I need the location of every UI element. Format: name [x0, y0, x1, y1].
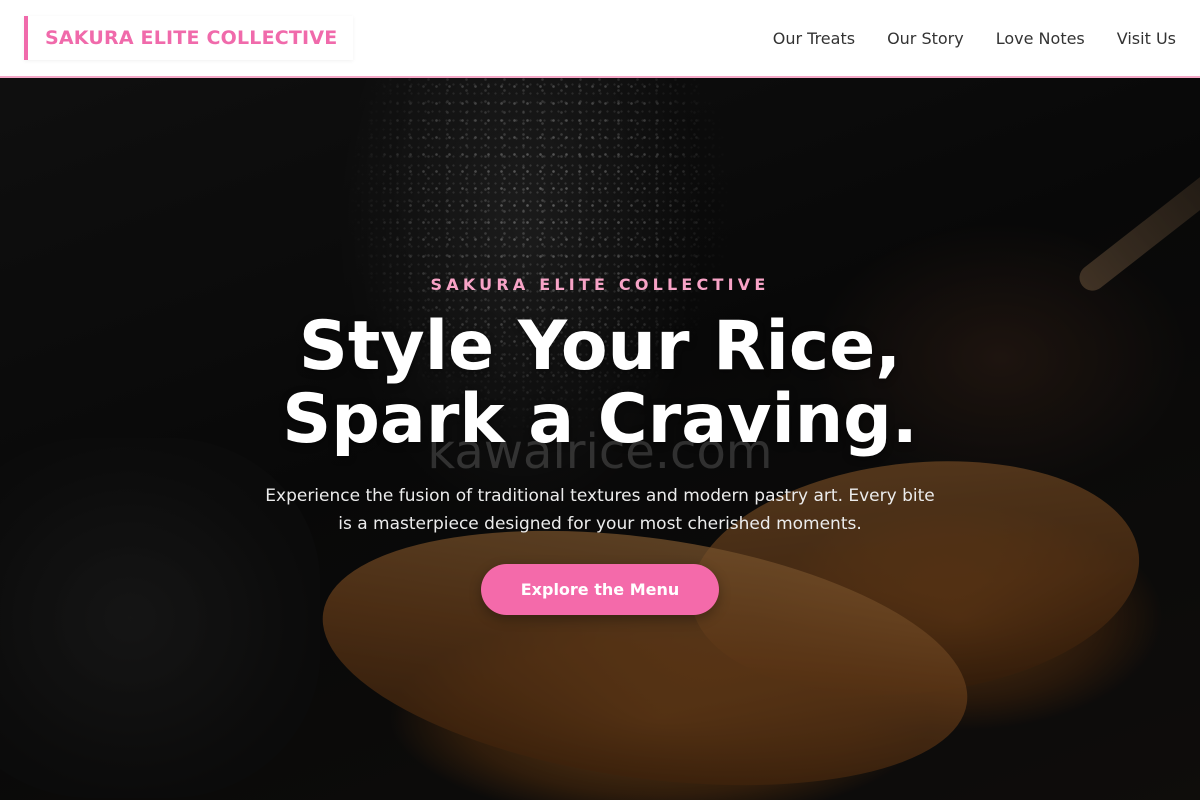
hero-subtext: Experience the fusion of traditional tex… [265, 486, 935, 534]
site-header: SAKURA ELITE COLLECTIVE Our Treats Our S… [0, 0, 1200, 78]
hero-eyebrow: SAKURA ELITE COLLECTIVE [430, 275, 770, 294]
hero-content: SAKURA ELITE COLLECTIVE Style Your Rice,… [0, 78, 1200, 800]
explore-menu-button[interactable]: Explore the Menu [481, 564, 719, 615]
hero-headline-line-2: Spark a Craving. [282, 380, 918, 459]
hero-headline-line-1: Style Your Rice, [298, 307, 902, 386]
main-nav: Our Treats Our Story Love Notes Visit Us [741, 29, 1176, 48]
nav-link-love-notes[interactable]: Love Notes [996, 29, 1085, 48]
hero-headline: Style Your Rice, Spark a Craving. [0, 310, 1200, 456]
nav-link-our-story[interactable]: Our Story [887, 29, 964, 48]
brand-logo[interactable]: SAKURA ELITE COLLECTIVE [24, 16, 353, 60]
hero-section: SAKURA ELITE COLLECTIVE Style Your Rice,… [0, 78, 1200, 800]
nav-link-our-treats[interactable]: Our Treats [773, 29, 855, 48]
nav-link-visit-us[interactable]: Visit Us [1117, 29, 1176, 48]
